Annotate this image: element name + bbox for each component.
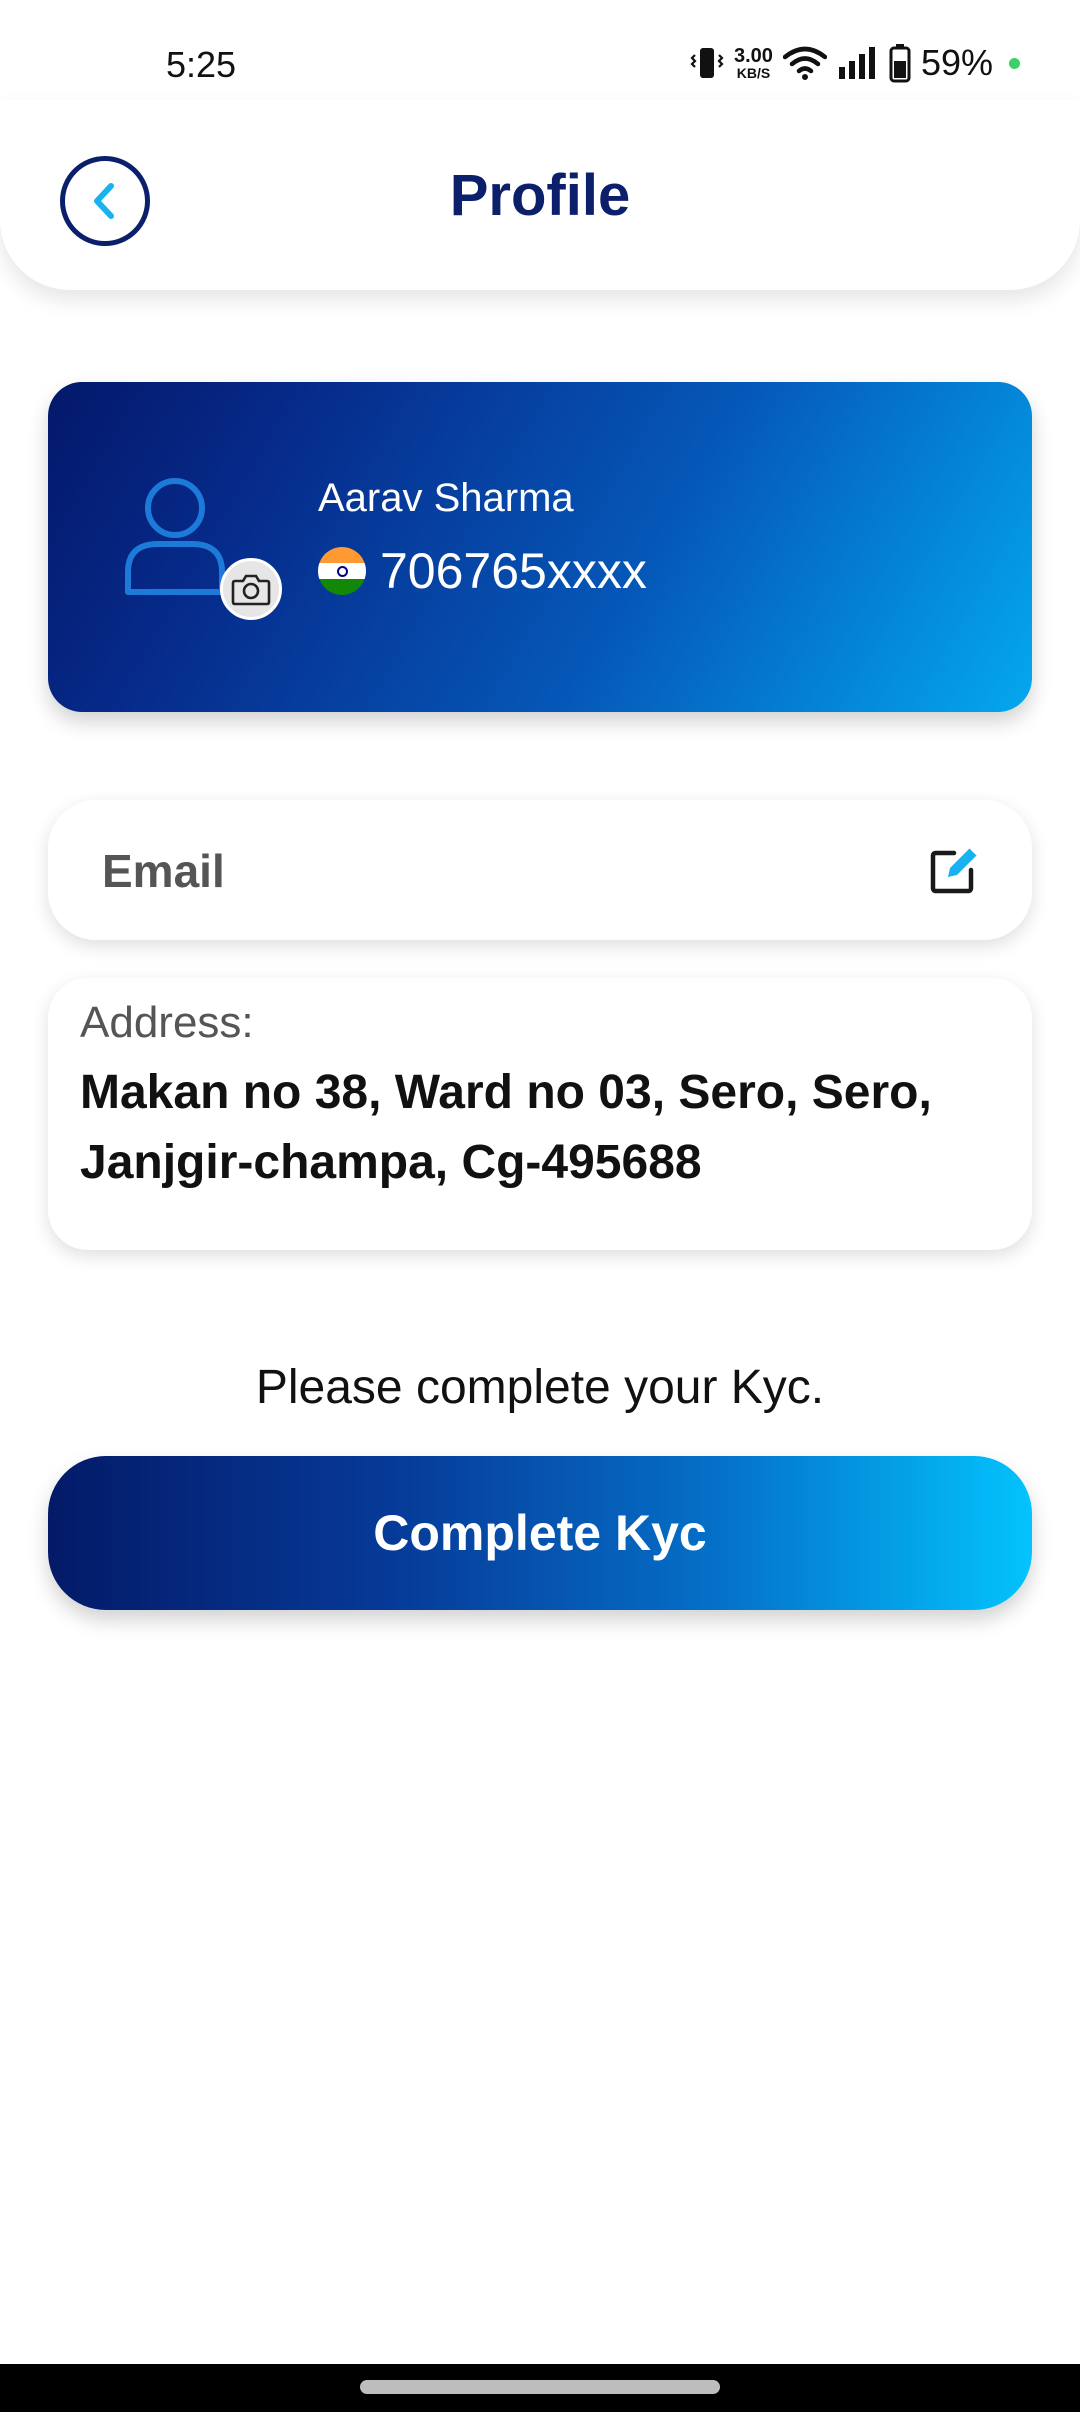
network-speed-unit: KB/S	[736, 65, 771, 81]
phone-row: 706765xxxx	[318, 542, 647, 600]
edit-email-button[interactable]	[928, 844, 980, 896]
network-speed-value: 3.00	[734, 45, 773, 67]
gesture-nav-bar	[0, 2364, 1080, 2412]
address-label: Address:	[80, 998, 254, 1047]
status-bar: 5:25 3.00 KB/S 59%	[0, 0, 1080, 100]
header: Profile	[0, 100, 1080, 290]
user-name: Aarav Sharma	[318, 476, 574, 520]
address-card: Address: Makan no 38, Ward no 03, Sero, …	[48, 978, 1032, 1250]
profile-card: Aarav Sharma 706765xxxx	[48, 382, 1032, 712]
status-icons: 3.00 KB/S 59%	[690, 40, 1020, 86]
status-time: 5:25	[166, 44, 237, 85]
battery-icon	[889, 43, 911, 83]
wifi-icon	[782, 45, 827, 81]
signal-icon	[837, 45, 879, 81]
page-title: Profile	[449, 163, 631, 228]
complete-kyc-button[interactable]: Complete Kyc	[48, 1456, 1032, 1610]
camera-icon	[231, 574, 271, 606]
change-photo-button[interactable]	[220, 558, 282, 620]
kyc-note: Please complete your Kyc.	[255, 1361, 825, 1414]
edit-icon	[930, 847, 978, 894]
vibrate-icon	[690, 45, 724, 81]
profile-screen: 5:25 3.00 KB/S 59% Profile Aarav Sharma …	[0, 0, 1080, 2412]
address-value: Makan no 38, Ward no 03, Sero, Sero, Jan…	[80, 1066, 932, 1189]
email-field[interactable]: Email	[48, 800, 1032, 940]
battery-status-dot	[1009, 57, 1020, 69]
phone-number: 706765xxxx	[380, 543, 647, 599]
home-handle[interactable]	[360, 2380, 720, 2394]
battery-percent: 59%	[920, 42, 993, 83]
network-speed: 3.00 KB/S	[734, 46, 773, 80]
india-flag-icon	[318, 547, 366, 595]
email-label: Email	[102, 845, 225, 897]
